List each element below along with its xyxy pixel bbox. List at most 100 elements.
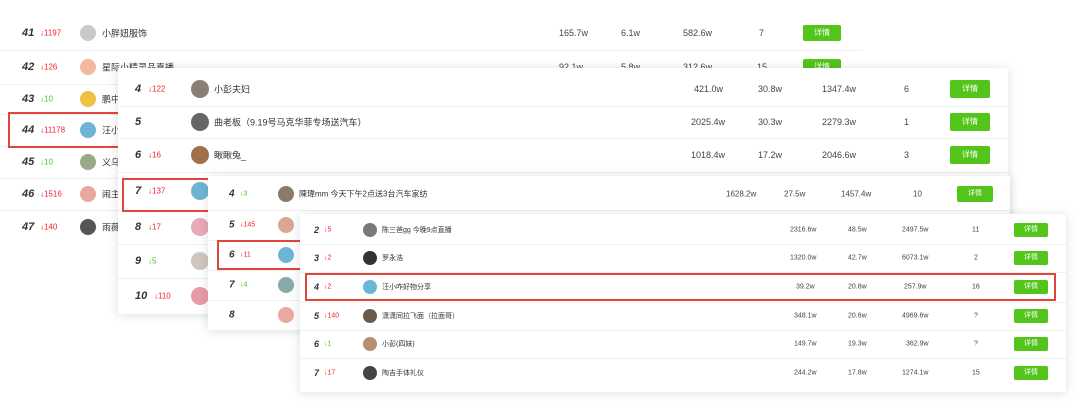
detail-button[interactable]: 详情: [1014, 251, 1048, 265]
rank-change: ↓5: [324, 226, 332, 234]
detail-button[interactable]: 详情: [1014, 337, 1048, 351]
rank-number: 5: [229, 219, 235, 231]
anchor-name[interactable]: 小彭夫妇: [214, 83, 250, 96]
avatar: [363, 251, 377, 265]
stat-total: 2046.6w: [822, 150, 857, 160]
anchor-name[interactable]: 瞅瞅兔_: [214, 149, 246, 162]
avatar: [80, 25, 96, 41]
avatar: [80, 59, 96, 75]
detail-button[interactable]: 详情: [1014, 309, 1048, 323]
rank-number: 47: [22, 221, 35, 233]
rank-change: ↓3: [240, 190, 248, 198]
anchor-name[interactable]: 潇潇同拉飞面（拉面哥）: [382, 311, 459, 321]
table-row: 6 ↓1 小彭(四妹) 149.7w 19.3w 362.9w ? 详情: [300, 330, 1066, 359]
anchor-name[interactable]: 小彭(四妹): [382, 339, 415, 349]
rank-number: 6: [314, 339, 320, 349]
highlight-box: [305, 273, 1056, 301]
detail-button[interactable]: 详情: [957, 186, 993, 202]
avatar: [363, 223, 377, 237]
stat-total: 582.6w: [683, 28, 713, 38]
table-row: 2 ↓5 陈三爸gg 今晚9点直播 2316.6w 48.5w 2497.5w …: [300, 216, 1066, 245]
detail-button[interactable]: 详情: [1014, 223, 1048, 237]
avatar: [191, 113, 209, 131]
detail-button[interactable]: 详情: [950, 80, 990, 98]
rank-change: ↓10: [40, 94, 53, 104]
stat-count: ?: [974, 312, 978, 320]
stat-peak: 6.1w: [621, 28, 641, 38]
detail-button[interactable]: 详情: [950, 146, 990, 164]
table-row: 4 ↓122 小彭夫妇 421.0w 30.8w 1347.4w 6 详情: [118, 72, 1008, 107]
anchor-name[interactable]: 曲老板（9.19号马克华菲专场送汽车）: [214, 116, 367, 129]
stat-peak: 30.3w: [758, 117, 783, 127]
avatar: [80, 91, 96, 107]
anchor-name[interactable]: 陳瑋mm 今天下午2点送3台汽车家纺: [299, 189, 427, 200]
detail-button[interactable]: 详情: [803, 25, 841, 41]
stat-sales: 348.1w: [794, 312, 817, 320]
rank-change: ↓122: [148, 84, 166, 94]
stat-count: ?: [974, 340, 978, 348]
avatar: [278, 217, 294, 233]
rank-change: ↓17: [324, 369, 336, 377]
rank-number: 4: [135, 83, 142, 95]
stat-total: 4969.6w: [902, 312, 929, 320]
avatar: [363, 366, 377, 380]
rank-change: ↓126: [40, 62, 58, 72]
table-row: 3 ↓2 罗永浩 1320.0w 42.7w 6073.1w 2 详情: [300, 244, 1066, 273]
stat-sales: 1628.2w: [726, 189, 757, 199]
detail-button[interactable]: 详情: [1014, 366, 1048, 380]
stat-total: 362.9w: [906, 340, 929, 348]
stat-sales: 2316.6w: [790, 226, 817, 234]
stat-sales: 149.7w: [794, 340, 817, 348]
stat-count: 10: [913, 189, 922, 199]
stat-peak: 48.5w: [848, 226, 867, 234]
stat-peak: 17.8w: [848, 369, 867, 377]
rank-number: 5: [135, 116, 142, 128]
rank-change: ↓110: [154, 291, 171, 301]
stat-total: 2497.5w: [902, 226, 929, 234]
stat-total: 2279.3w: [822, 117, 857, 127]
rank-number: 7: [229, 279, 235, 291]
stat-count: 7: [759, 28, 765, 38]
rank-number: 6: [135, 149, 142, 161]
avatar: [191, 80, 209, 98]
stat-sales: 165.7w: [559, 28, 589, 38]
table-row: 5 ↓140 潇潇同拉飞面（拉面哥） 348.1w 20.6w 4969.6w …: [300, 302, 1066, 331]
rank-change: ↓140: [324, 312, 340, 320]
stat-total: 1457.4w: [841, 189, 872, 199]
rank-number: 42: [22, 61, 35, 73]
stat-peak: 20.6w: [848, 312, 867, 320]
rank-number: 3: [314, 253, 320, 263]
anchor-name[interactable]: 陶吉手体礼仪: [382, 368, 424, 378]
anchor-name[interactable]: 陈三爸gg 今晚9点直播: [382, 225, 452, 235]
rank-change: ↓17: [148, 222, 161, 232]
rank-number: 5: [314, 311, 320, 321]
rank-change: ↓16: [148, 150, 161, 160]
stat-count: 1: [904, 117, 910, 127]
rank-change: ↓145: [240, 221, 256, 229]
stat-count: 2: [974, 254, 978, 262]
rank-change: ↓10: [40, 157, 53, 167]
rank-change: ↓1197: [40, 28, 62, 38]
rank-number: 4: [229, 188, 235, 200]
rank-number: 9: [135, 255, 142, 267]
detail-button[interactable]: 详情: [950, 113, 990, 131]
highlight-box: [217, 240, 303, 270]
stat-count: 3: [904, 150, 910, 160]
rank-number: 10: [135, 290, 148, 302]
anchor-name[interactable]: 罗永浩: [382, 253, 403, 263]
ranking-panel-front: 2 ↓5 陈三爸gg 今晚9点直播 2316.6w 48.5w 2497.5w …: [300, 214, 1066, 392]
anchor-name[interactable]: 小胖妞服饰: [102, 27, 147, 40]
rank-number: 2: [314, 225, 320, 235]
highlight-box: [8, 112, 120, 148]
avatar: [191, 287, 209, 305]
avatar: [80, 186, 96, 202]
stat-sales: 421.0w: [694, 84, 724, 94]
avatar: [278, 307, 294, 323]
stat-peak: 30.8w: [758, 84, 783, 94]
stat-total: 1274.1w: [902, 369, 929, 377]
avatar: [278, 186, 294, 202]
rank-change: ↓4: [240, 281, 248, 289]
table-row: 5 曲老板（9.19号马克华菲专场送汽车） 2025.4w 30.3w 2279…: [118, 106, 1008, 139]
stat-total: 1347.4w: [822, 84, 857, 94]
rank-number: 46: [22, 188, 35, 200]
